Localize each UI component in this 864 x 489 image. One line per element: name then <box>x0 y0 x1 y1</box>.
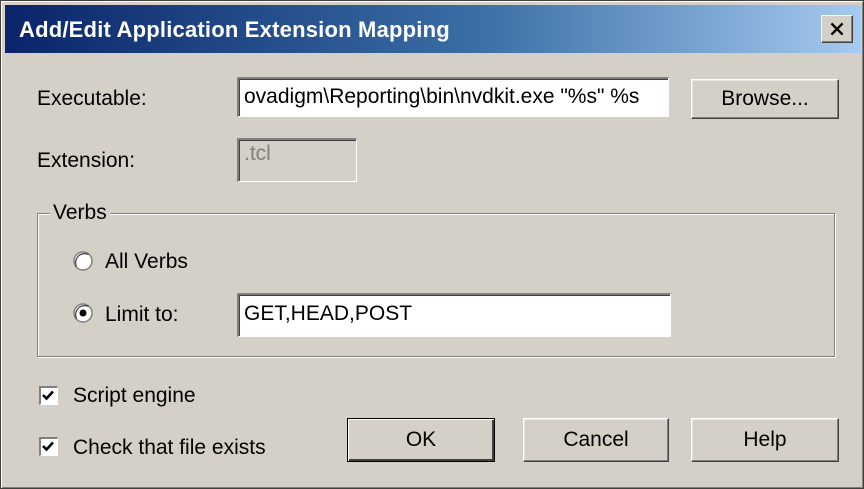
title-bar[interactable]: Add/Edit Application Extension Mapping <box>5 5 861 53</box>
limit-to-radio[interactable] <box>73 303 93 323</box>
all-verbs-radio[interactable] <box>73 251 93 271</box>
script-engine-label[interactable]: Script engine <box>73 384 196 408</box>
window-title: Add/Edit Application Extension Mapping <box>19 17 450 42</box>
help-button[interactable]: Help <box>691 418 839 462</box>
all-verbs-label[interactable]: All Verbs <box>105 250 188 274</box>
close-icon <box>830 22 844 36</box>
checkmark-icon <box>42 390 54 401</box>
cancel-button[interactable]: Cancel <box>523 418 669 462</box>
limit-to-input[interactable]: GET,HEAD,POST <box>237 293 671 337</box>
radio-selected-dot <box>79 309 87 317</box>
browse-button[interactable]: Browse... <box>691 79 839 119</box>
ok-button[interactable]: OK <box>347 418 495 462</box>
checkmark-icon <box>42 441 54 452</box>
limit-to-label[interactable]: Limit to: <box>105 303 179 327</box>
extension-label: Extension: <box>37 149 136 172</box>
executable-label: Executable: <box>37 87 147 110</box>
verbs-group-label: Verbs <box>50 201 110 225</box>
check-file-exists-label[interactable]: Check that file exists <box>73 436 266 460</box>
close-button[interactable] <box>821 15 853 43</box>
extension-mapping-dialog: Add/Edit Application Extension Mapping E… <box>0 0 864 489</box>
executable-input[interactable]: ovadigm\Reporting\bin\nvdkit.exe "%s" %s <box>237 77 669 117</box>
check-file-exists-checkbox[interactable] <box>39 437 58 456</box>
extension-input: .tcl <box>237 138 357 182</box>
script-engine-checkbox[interactable] <box>39 386 58 405</box>
